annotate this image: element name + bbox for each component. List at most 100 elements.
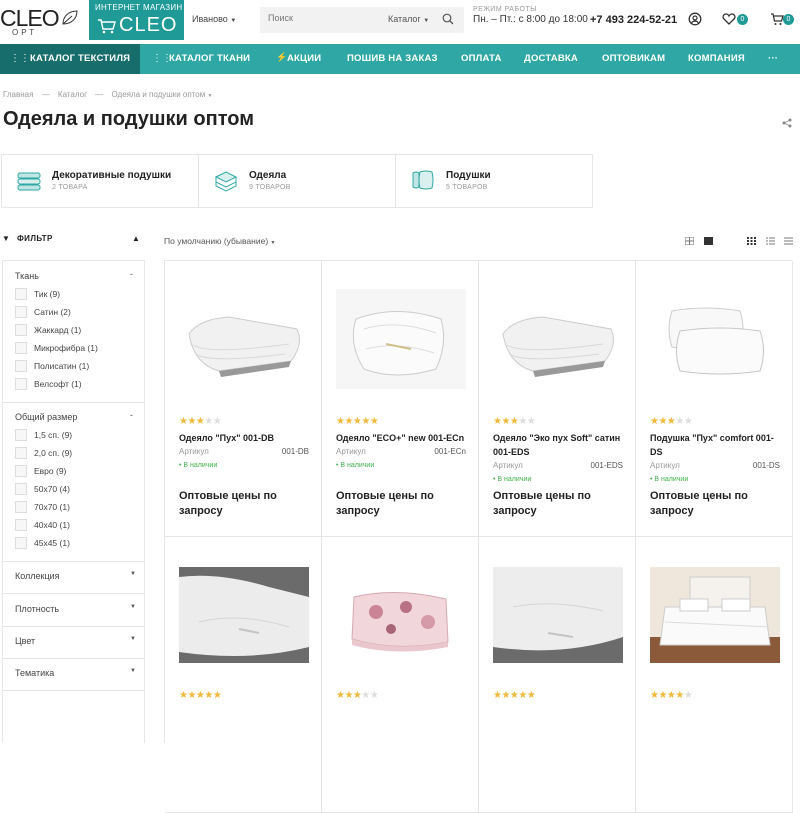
filter-group-color-title[interactable]: Цвет [15,636,35,646]
checkbox[interactable] [15,288,27,300]
product-card[interactable]: ★★★★★ Одеяло "Пух" 001-DB Артикул 001-DB … [165,261,322,537]
availability-label: В наличии [183,462,218,469]
filter-option-label: 50x70 (4) [34,484,70,494]
availability-status: • В наличии [179,462,218,469]
checkbox[interactable] [15,360,27,372]
chevron-down-icon[interactable]: ▼ [130,636,136,642]
search-input[interactable] [268,13,378,23]
product-card[interactable]: ★★★★★ [479,537,636,813]
divider [3,626,144,627]
online-store-banner[interactable]: ИНТЕРНЕТ МАГАЗИН CLEO [89,0,184,40]
view-large-tiles-icon[interactable] [704,237,713,245]
product-name[interactable]: Одеяло "Эко пух Soft" сатин 001-EDS [493,431,628,459]
filter-group-fabric-title[interactable]: Ткань [15,271,39,281]
filter-header[interactable]: ▼ ФИЛЬТР ▲ [2,234,142,243]
breadcrumb-separator: — [95,90,104,99]
cart-count-badge: 0 [783,14,794,25]
rating-stars: ★★★★★ [336,690,379,701]
checkbox[interactable] [15,447,27,459]
search-category-select[interactable]: Каталог ▼ [388,14,429,24]
subcategory-tile[interactable]: Подушки 5 ТОВАРОВ [396,155,593,207]
nav-item-company[interactable]: КОМПАНИЯ [688,44,745,74]
heart-icon[interactable] [722,12,736,26]
breadcrumb-current[interactable]: Одеяла и подушки оптом [111,90,205,99]
product-name[interactable]: Одеяло "Пух" 001-DB [179,431,314,445]
nav-item-wholesale[interactable]: ОПТОВИКАМ [602,44,665,74]
chevron-down-icon: ▼ [270,240,276,246]
pillows-icon[interactable] [650,289,780,389]
nav-item-payment[interactable]: ОПЛАТА [461,44,502,74]
filter-group-collection-title[interactable]: Коллекция [15,571,60,581]
work-hours-label: РЕЖИМ РАБОТЫ [473,6,537,13]
checkbox[interactable] [15,324,27,336]
pillow-icon [412,170,434,190]
filter-group-size-title[interactable]: Общий размер [15,412,77,422]
minus-icon[interactable]: - [130,410,133,420]
view-grid-icon[interactable] [747,237,756,245]
chevron-down-icon[interactable]: ▼ [130,604,136,610]
blanket-closeup-icon[interactable] [493,567,623,663]
product-article: Артикул 001-ECn [336,447,466,456]
product-name[interactable]: Одеяло "ECO+" new 001-ECn [336,431,471,445]
nav-item-custom-sewing[interactable]: ПОШИВ НА ЗАКАЗ [347,44,438,74]
nav-item-fabric[interactable]: КАТАЛОГ ТКАНИ [169,44,250,74]
nav-item-delivery[interactable]: ДОСТАВКА [524,44,578,74]
checkbox[interactable] [15,483,27,495]
site-logo[interactable]: CLEO ОРТ [0,4,88,38]
checkbox[interactable] [15,378,27,390]
white-blanket-icon[interactable] [493,289,623,389]
chevron-down-icon: ▼ [207,93,213,99]
view-small-tiles-icon[interactable] [685,237,694,245]
breadcrumb-link[interactable]: Каталог [58,90,87,99]
view-table-icon[interactable] [784,237,793,245]
checkbox[interactable] [15,537,27,549]
checkbox[interactable] [15,519,27,531]
chevron-down-icon[interactable]: ▼ [130,668,136,674]
view-list-icon[interactable] [766,237,775,245]
product-name[interactable]: Подушка "Пух" comfort 001-DS [650,431,785,459]
checkbox[interactable] [15,501,27,513]
product-card[interactable]: ★★★★★ Одеяло "ECO+" new 001-ECn Артикул 0… [322,261,479,537]
checkbox[interactable] [15,429,27,441]
filter-group-theme-title[interactable]: Тематика [15,668,54,678]
article-value: 001-ECn [434,447,466,456]
minus-icon[interactable]: - [130,269,133,279]
sort-select[interactable]: По умолчанию (убывание) ▼ [164,236,275,246]
product-card[interactable]: ★★★★★ [636,537,793,813]
cart-icon[interactable] [770,12,784,26]
filter-group-density-title[interactable]: Плотность [15,604,59,614]
article-value: 001-DB [281,447,309,456]
product-card[interactable]: ★★★★★ [165,537,322,813]
share-icon[interactable] [782,118,792,128]
product-card[interactable]: ★★★★★ Одеяло "Эко пух Soft" сатин 001-ED… [479,261,636,537]
nav-item-sales[interactable]: АКЦИИ [287,44,321,74]
rating-stars: ★★★★★ [650,416,693,427]
checkbox[interactable] [15,465,27,477]
subcategory-count: 2 ТОВАРА [52,184,88,191]
product-card[interactable]: ★★★★★ [322,537,479,813]
bedroom-icon[interactable] [650,567,780,663]
breadcrumb-link[interactable]: Главная [3,90,33,99]
nav-item-more[interactable]: ··· [768,44,778,74]
logo-text: CLEO [0,5,60,31]
checkbox[interactable] [15,306,27,318]
floral-blanket-icon[interactable] [336,567,466,663]
user-icon[interactable] [688,12,702,26]
white-blanket-icon[interactable] [336,289,466,389]
checkbox[interactable] [15,342,27,354]
rating-stars: ★★★★★ [650,690,693,701]
star-filled-icon: ★★★ [493,416,519,427]
subcategory-count: 5 ТОВАРОВ [446,184,488,191]
product-card[interactable]: ★★★★★ Подушка "Пух" comfort 001-DS Артик… [636,261,793,537]
subcategory-tile[interactable]: Декоративные подушки 2 ТОВАРА [2,155,199,207]
phone-number[interactable]: +7 493 224-52-21 [590,14,677,26]
breadcrumb-separator: — [41,90,50,99]
star-filled-icon: ★★★ [179,416,205,427]
nav-catalog-textile[interactable]: ⋮⋮ КАТАЛОГ ТЕКСТИЛЯ [0,44,140,74]
white-blanket-icon[interactable] [179,289,309,389]
subcategory-tile[interactable]: Одеяла 9 ТОВАРОВ [199,155,396,207]
blanket-closeup-icon[interactable] [179,567,309,663]
search-icon[interactable] [442,13,454,25]
city-selector[interactable]: Иваново ▼ [192,14,236,24]
chevron-down-icon[interactable]: ▼ [130,571,136,577]
